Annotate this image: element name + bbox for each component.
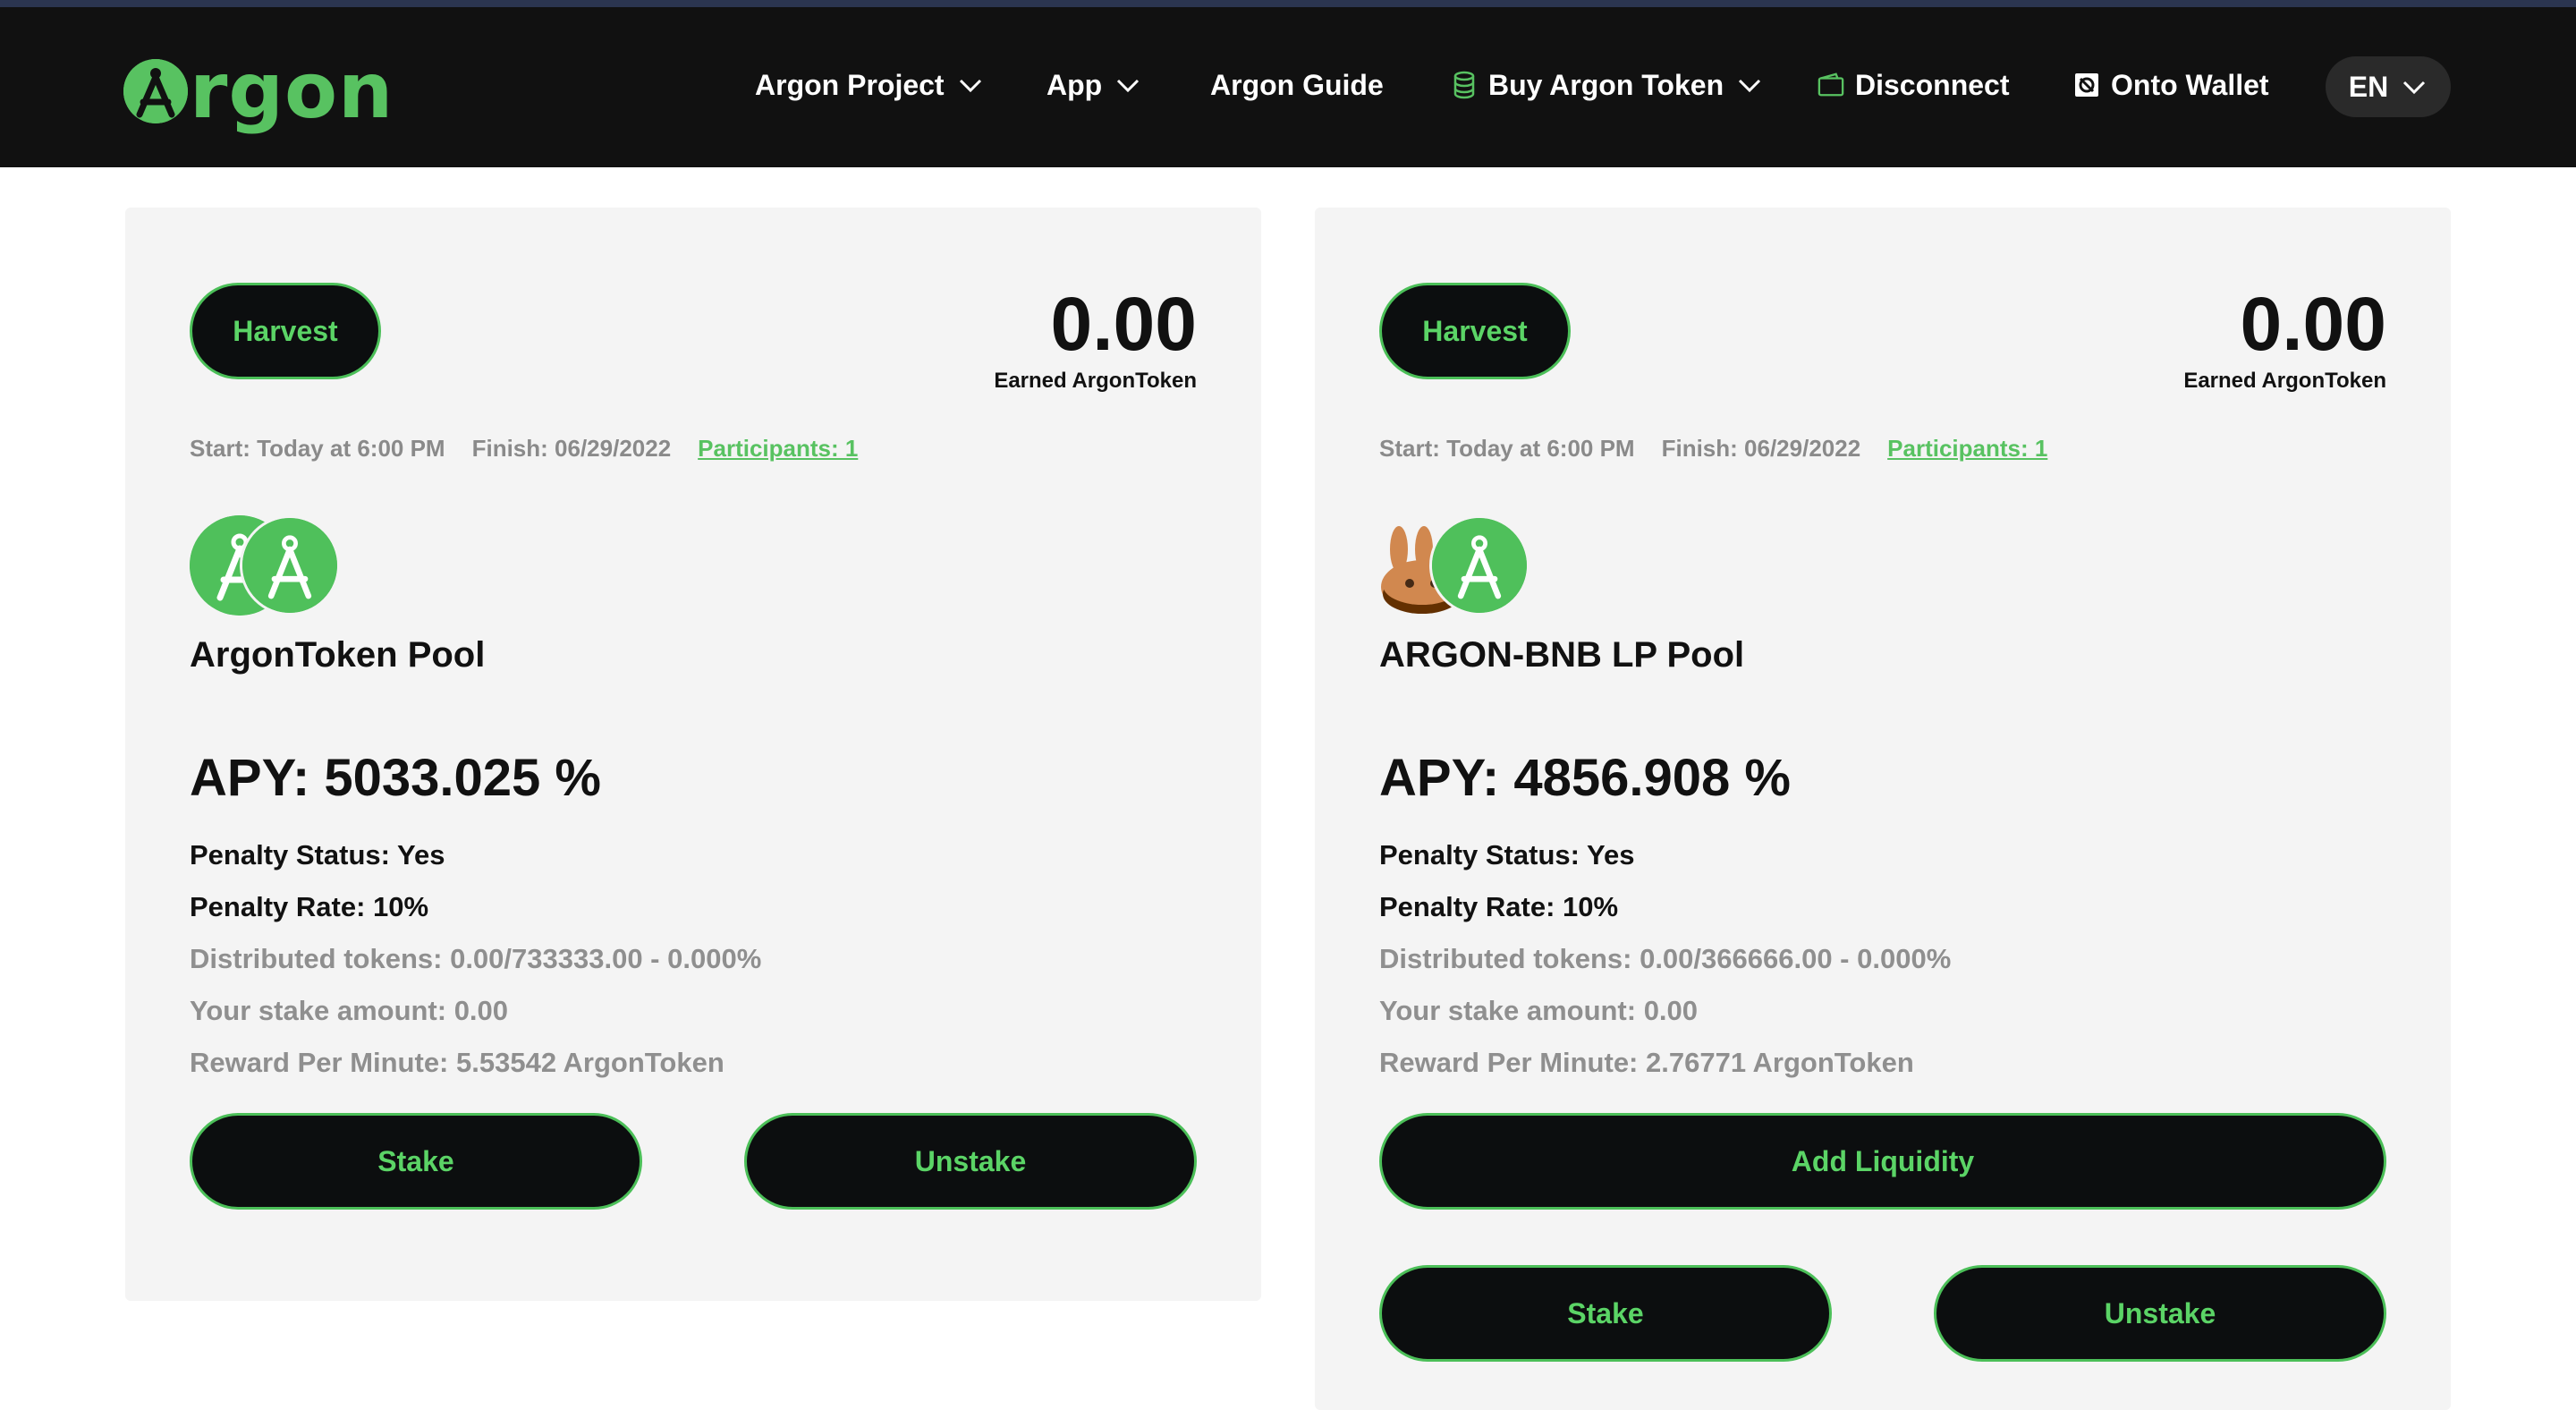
pool-token-icons — [1379, 515, 1558, 617]
penalty-rate: Penalty Rate: 10% — [190, 891, 429, 922]
argon-token-icon — [240, 515, 340, 616]
nav-disconnect[interactable]: Disconnect — [1818, 55, 2009, 115]
chevron-down-icon — [959, 79, 981, 93]
add-liquidity-button[interactable]: Add Liquidity — [1379, 1113, 2386, 1210]
pool-name: ARGON-BNB LP Pool — [1379, 635, 1745, 675]
stake-button[interactable]: Stake — [1379, 1265, 1832, 1362]
earned-value: 0.00 — [2240, 282, 2387, 366]
nav-label: Argon Guide — [1210, 68, 1384, 101]
harvest-button[interactable]: Harvest — [190, 283, 381, 379]
nav-label: Onto Wallet — [2111, 68, 2269, 101]
start-time: Start: Today at 6:00 PM — [190, 435, 445, 462]
pool-card-argon-bnb-lp: Harvest 0.00 Earned ArgonToken Start: To… — [1315, 208, 2451, 1410]
unstake-button[interactable]: Unstake — [1934, 1265, 2386, 1362]
nav-label: Disconnect — [1855, 68, 2010, 101]
argon-compass-icon — [123, 59, 188, 123]
language-label: EN — [2348, 70, 2389, 103]
stake-amount: Your stake amount: 0.00 — [190, 995, 509, 1026]
coins-stack-icon — [1453, 71, 1475, 99]
nav-onto-wallet[interactable]: Onto Wallet — [2073, 55, 2269, 115]
reward-per-minute: Reward Per Minute: 2.76771 ArgonToken — [1379, 1047, 1914, 1078]
apy-value: APY: 4856.908 % — [1379, 749, 1791, 807]
pool-meta: Start: Today at 6:00 PM Finish: 06/29/20… — [1379, 435, 2047, 463]
nav-argon-project[interactable]: Argon Project — [755, 55, 984, 115]
nav-app[interactable]: App — [1046, 55, 1141, 115]
argon-token-icon — [1429, 515, 1530, 616]
nav-label: Buy Argon Token — [1488, 68, 1724, 101]
earned-value: 0.00 — [1050, 282, 1198, 366]
distributed-tokens: Distributed tokens: 0.00/733333.00 - 0.0… — [190, 943, 762, 974]
language-selector[interactable]: EN — [2326, 56, 2451, 117]
logo-text: rgon — [190, 47, 394, 136]
earned-label: Earned ArgonToken — [994, 369, 1197, 393]
penalty-status: Penalty Status: Yes — [190, 839, 445, 871]
reward-per-minute: Reward Per Minute: 5.53542 ArgonToken — [190, 1047, 724, 1078]
pool-token-icons — [190, 515, 369, 617]
penalty-rate: Penalty Rate: 10% — [1379, 891, 1619, 922]
nav-label: Argon Project — [755, 68, 945, 101]
start-time: Start: Today at 6:00 PM — [1379, 435, 1635, 462]
wallet-icon — [1818, 72, 1844, 97]
earned-label: Earned ArgonToken — [2183, 369, 2386, 393]
pool-meta: Start: Today at 6:00 PM Finish: 06/29/20… — [190, 435, 858, 463]
penalty-status: Penalty Status: Yes — [1379, 839, 1635, 871]
finish-date: Finish: 06/29/2022 — [471, 435, 672, 462]
nav-buy-argon-token[interactable]: Buy Argon Token — [1451, 55, 1763, 115]
nav-label: App — [1046, 68, 1103, 101]
chevron-down-icon — [1117, 79, 1140, 93]
chevron-down-icon — [1739, 79, 1761, 93]
distributed-tokens: Distributed tokens: 0.00/366666.00 - 0.0… — [1379, 943, 1952, 974]
participants-link[interactable]: Participants: 1 — [1887, 435, 2047, 463]
nav-argon-guide[interactable]: Argon Guide — [1210, 55, 1384, 115]
finish-date: Finish: 06/29/2022 — [1661, 435, 1861, 462]
chevron-down-icon — [2403, 81, 2426, 95]
stake-amount: Your stake amount: 0.00 — [1379, 995, 1699, 1026]
unstake-button[interactable]: Unstake — [744, 1113, 1197, 1210]
harvest-button[interactable]: Harvest — [1379, 283, 1571, 379]
pool-name: ArgonToken Pool — [190, 635, 486, 675]
argon-logo[interactable]: rgon — [123, 48, 394, 134]
onto-wallet-icon — [2075, 73, 2098, 97]
participants-link[interactable]: Participants: 1 — [698, 435, 858, 463]
stake-button[interactable]: Stake — [190, 1113, 642, 1210]
pool-card-argontoken: Harvest 0.00 Earned ArgonToken Start: To… — [125, 208, 1261, 1301]
top-strip — [0, 0, 2576, 7]
apy-value: APY: 5033.025 % — [190, 749, 601, 807]
